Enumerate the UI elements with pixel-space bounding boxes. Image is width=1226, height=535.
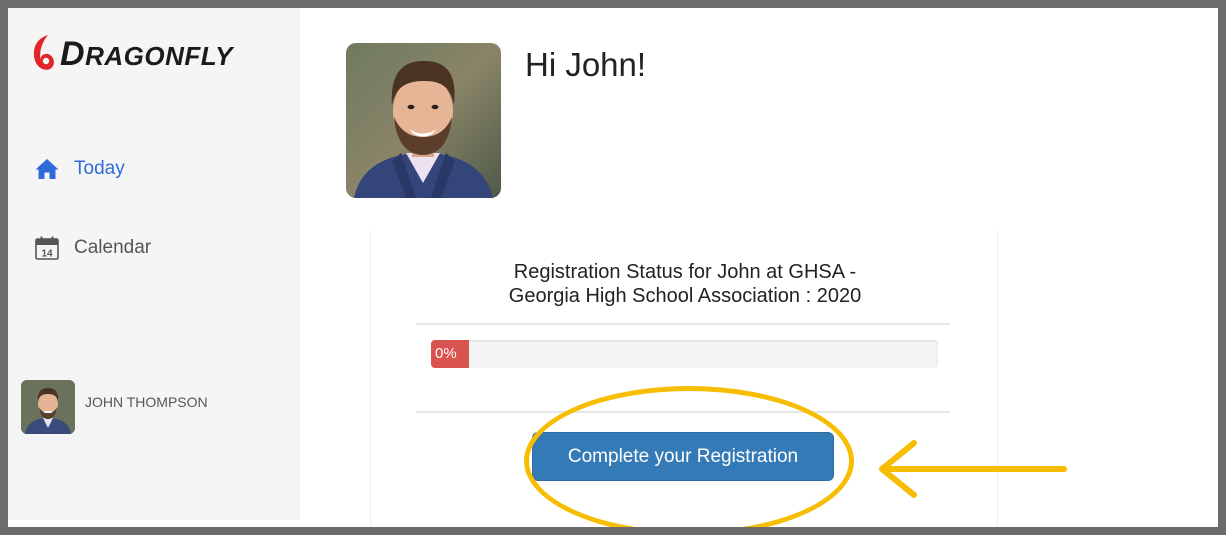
registration-card: Registration Status for John at GHSA - G… — [370, 230, 998, 527]
user-profile[interactable]: JOHN THOMPSON — [21, 380, 208, 434]
avatar — [21, 380, 75, 434]
dragonfly-logo-icon — [33, 35, 54, 70]
home-icon — [34, 156, 60, 182]
sidebar: DRAGONFLY Today 14 Calendar JOHN THOMPSO… — [8, 8, 300, 520]
divider — [416, 411, 950, 413]
calendar-icon-day: 14 — [41, 249, 53, 260]
sidebar-item-today[interactable]: Today — [34, 156, 125, 182]
calendar-icon: 14 — [34, 235, 60, 261]
app-window: DRAGONFLY Today 14 Calendar JOHN THOMPSO… — [8, 8, 1218, 527]
logo-text: DRAGONFLY — [60, 34, 234, 73]
sidebar-item-calendar[interactable]: 14 Calendar — [34, 235, 151, 261]
greeting-heading: Hi John! — [525, 46, 647, 83]
sidebar-item-label: Today — [74, 158, 125, 179]
progress-fill: 0% — [431, 340, 469, 368]
profile-photo — [346, 43, 501, 198]
sidebar-item-label: Calendar — [74, 237, 152, 258]
complete-registration-button[interactable]: Complete your Registration — [532, 432, 834, 481]
dragonfly-logo[interactable]: DRAGONFLY — [30, 32, 233, 76]
user-name: JOHN THOMPSON — [85, 394, 208, 410]
registration-status-title: Registration Status for John at GHSA - G… — [508, 261, 862, 307]
divider — [416, 323, 950, 325]
registration-progress-bar: 0% — [431, 340, 938, 368]
